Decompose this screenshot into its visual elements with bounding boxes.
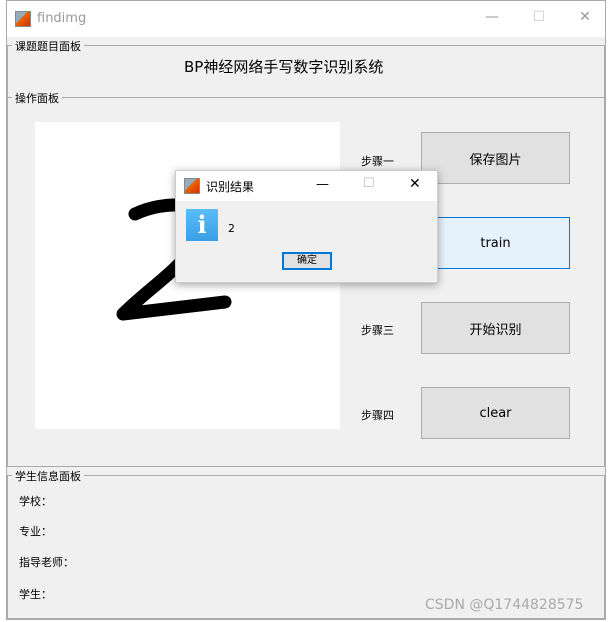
dialog-close-button[interactable]: ✕ <box>409 176 421 192</box>
dialog-minimize-button[interactable]: — <box>316 177 329 192</box>
title-bar: findimg — ☐ ✕ <box>7 1 605 37</box>
save-image-button[interactable]: 保存图片 <box>421 132 570 184</box>
info-icon: i <box>186 209 218 241</box>
clear-button[interactable]: clear <box>421 387 570 439</box>
title-panel: 课题题目面板 BP神经网络手写数字识别系统 <box>7 38 605 97</box>
train-button[interactable]: train <box>421 217 570 269</box>
close-button[interactable]: ✕ <box>570 9 600 29</box>
result-dialog: 识别结果 — ☐ ✕ i 2 确定 <box>175 170 438 283</box>
matlab-logo-icon <box>184 178 200 194</box>
major-label: 专业： <box>19 525 52 538</box>
step-1-label: 步骤一 <box>361 155 394 168</box>
dialog-message: 2 <box>228 222 235 235</box>
student-label: 学生： <box>19 588 52 601</box>
minimize-button[interactable]: — <box>477 9 507 29</box>
matlab-logo-icon <box>15 11 31 27</box>
step-4-label: 步骤四 <box>361 409 394 422</box>
start-recognition-button[interactable]: 开始识别 <box>421 302 570 354</box>
panel-label: 操作面板 <box>12 90 62 106</box>
step-3-label: 步骤三 <box>361 324 394 337</box>
panel-label: 课题题目面板 <box>12 38 84 54</box>
main-window: findimg — ☐ ✕ 课题题目面板 BP神经网络手写数字识别系统 操作面板… <box>6 0 606 620</box>
advisor-label: 指导老师： <box>19 556 74 569</box>
dialog-title-bar: 识别结果 — ☐ ✕ <box>176 171 437 201</box>
window-title: findimg <box>37 11 87 26</box>
panel-label: 学生信息面板 <box>12 468 84 484</box>
maximize-button[interactable]: ☐ <box>524 9 554 29</box>
watermark: CSDN @Q1744828575 <box>425 597 584 613</box>
ok-button[interactable]: 确定 <box>282 252 332 270</box>
dialog-title: 识别结果 <box>206 180 255 194</box>
system-title: BP神经网络手写数字识别系统 <box>184 58 384 76</box>
dialog-maximize-button[interactable]: ☐ <box>363 176 375 191</box>
school-label: 学校： <box>19 495 52 508</box>
